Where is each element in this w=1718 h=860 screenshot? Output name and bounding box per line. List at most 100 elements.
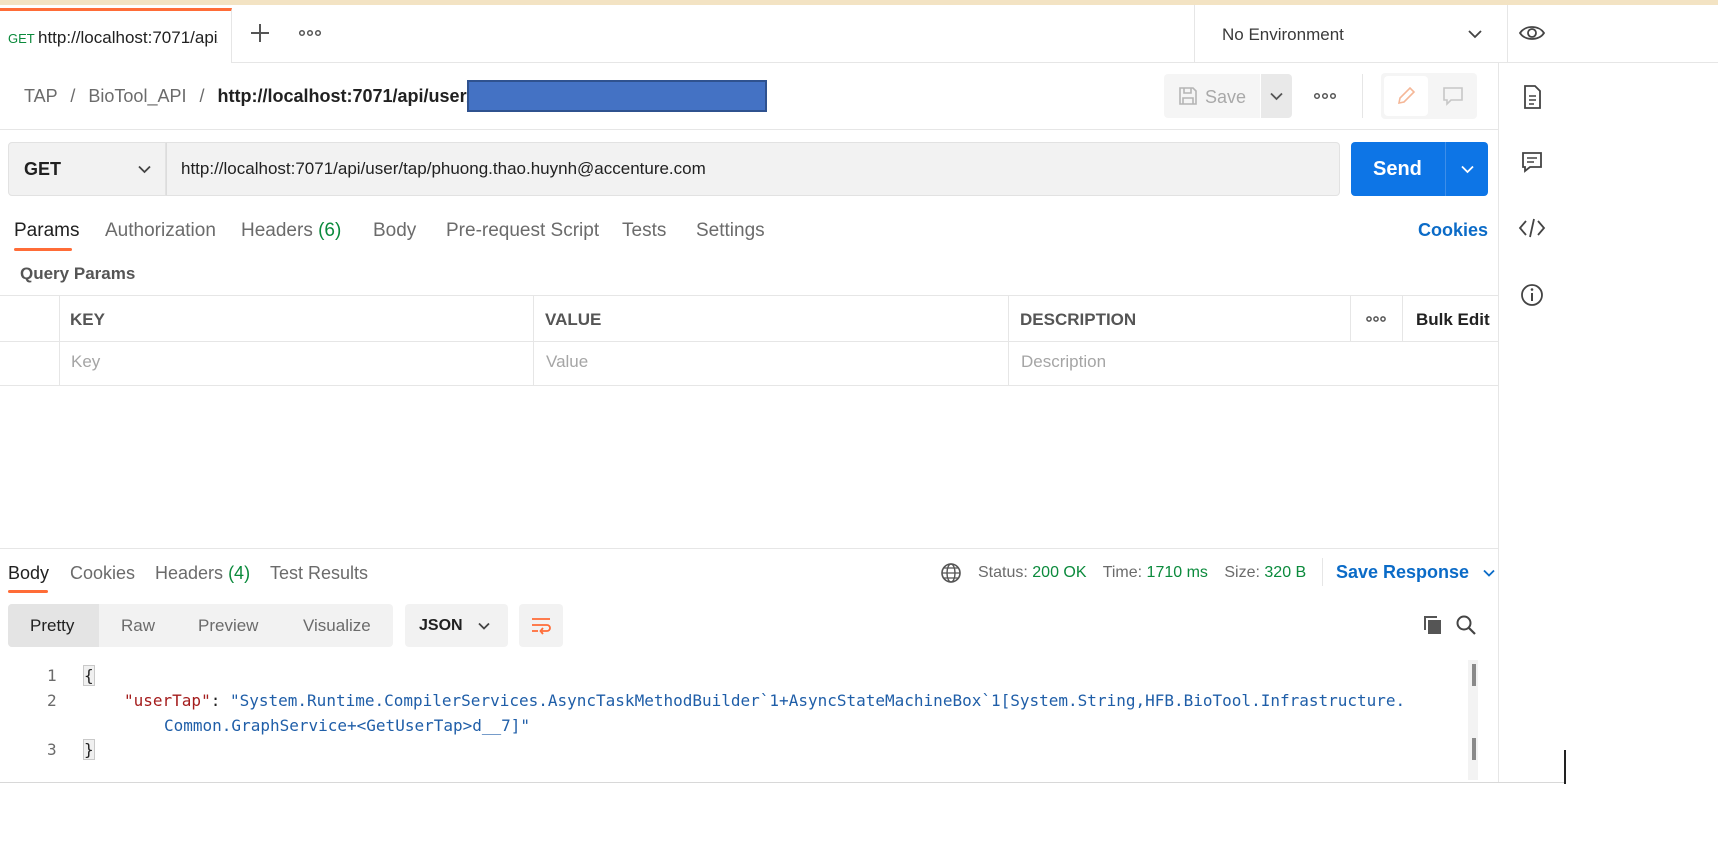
edit-mode-button[interactable] [1384, 76, 1428, 116]
tab-params[interactable]: Params [14, 220, 79, 242]
tab-headers-label: Headers [241, 220, 313, 241]
tab-tests[interactable]: Tests [622, 220, 666, 242]
size-value[interactable]: 320 B [1264, 564, 1306, 581]
copy-icon [1424, 616, 1441, 634]
view-mode-pretty[interactable]: Pretty [8, 604, 99, 647]
params-header-divider [0, 341, 1498, 342]
code-snippet-button[interactable] [1518, 216, 1546, 240]
wrap-lines-icon [532, 618, 551, 635]
tab-authorization[interactable]: Authorization [105, 220, 216, 242]
line-number: 2 [47, 691, 57, 710]
chevron-down-icon [138, 165, 151, 174]
info-button[interactable] [1519, 282, 1545, 308]
documentation-button[interactable] [1520, 84, 1544, 110]
tab-settings[interactable]: Settings [696, 220, 765, 242]
comment-icon [1443, 87, 1463, 106]
response-tab-headers[interactable]: Headers (4) [155, 563, 250, 584]
request-more-button[interactable] [1313, 86, 1337, 106]
tab-pre-request-script[interactable]: Pre-request Script [446, 220, 599, 242]
view-mode-visualize[interactable]: Visualize [303, 616, 371, 636]
url-input[interactable]: http://localhost:7071/api/user/tap/phuon… [166, 142, 1340, 196]
status-value[interactable]: 200 OK [1032, 564, 1086, 581]
response-format-label: JSON [419, 617, 463, 634]
line-number: 1 [47, 666, 57, 685]
request-tab-active[interactable]: GET http://localhost:7071/api/ [0, 8, 232, 63]
send-options-button[interactable] [1445, 142, 1488, 196]
cookies-link[interactable]: Cookies [1418, 220, 1488, 241]
pencil-icon [1397, 86, 1416, 105]
network-info-button[interactable] [940, 562, 962, 584]
save-response-label: Save Response [1336, 562, 1470, 582]
tab-headers[interactable]: Headers (6) [241, 220, 341, 242]
param-key-input[interactable]: Key [71, 352, 100, 372]
ellipsis-icon [1313, 92, 1337, 100]
col-divider [1402, 296, 1403, 341]
document-icon [1524, 85, 1541, 109]
toolbar-divider [1362, 74, 1363, 118]
globe-icon [941, 563, 961, 583]
comment-icon [1522, 152, 1542, 173]
send-button[interactable]: Send [1351, 142, 1445, 196]
breadcrumb-folder[interactable]: BioTool_API [88, 86, 186, 106]
info-icon [1521, 284, 1543, 306]
environment-selector[interactable]: No Environment [1195, 5, 1507, 63]
eye-divider [1507, 5, 1508, 63]
time-value[interactable]: 1710 ms [1147, 564, 1208, 581]
view-mode-preview[interactable]: Preview [198, 616, 258, 636]
comment-mode-button[interactable] [1431, 76, 1475, 116]
bulk-edit-button[interactable]: Bulk Edit [1416, 310, 1490, 330]
plus-icon [251, 24, 269, 42]
tab-body[interactable]: Body [373, 220, 416, 242]
response-format-select[interactable]: JSON [405, 604, 508, 647]
eye-icon [1518, 26, 1546, 40]
new-tab-button[interactable] [246, 19, 274, 47]
breadcrumb-request-name[interactable]: http://localhost:7071/api/user/tap/ [218, 86, 504, 106]
save-options-button[interactable] [1261, 74, 1292, 118]
window-right-edge [1564, 750, 1566, 784]
json-line-2: "userTap": "System.Runtime.CompilerServi… [124, 691, 1405, 710]
copy-response-button[interactable] [1422, 614, 1444, 636]
code-icon [1518, 218, 1546, 238]
editor-scrollbar-thumb-bottom[interactable] [1472, 738, 1476, 760]
comments-button[interactable] [1520, 150, 1544, 174]
response-tab-body[interactable]: Body [8, 563, 49, 584]
response-tab-cookies[interactable]: Cookies [70, 563, 135, 584]
save-label: Save [1205, 87, 1247, 107]
view-mode-pretty-label: Pretty [30, 616, 75, 635]
active-tab-indicator [14, 248, 72, 251]
active-response-tab-indicator [8, 590, 48, 593]
breadcrumb-collection[interactable]: TAP [24, 86, 57, 106]
col-divider [1008, 296, 1009, 386]
line-number: 3 [47, 740, 57, 759]
environment-quick-look-button[interactable] [1518, 21, 1546, 45]
param-value-input[interactable]: Value [546, 352, 588, 372]
wrap-lines-button[interactable] [519, 604, 563, 647]
response-tab-test-results[interactable]: Test Results [270, 563, 368, 584]
save-response-button[interactable]: Save Response [1336, 562, 1496, 583]
json-open-brace: { [83, 665, 95, 686]
size-label: Size: [1224, 564, 1260, 581]
param-description-input[interactable]: Description [1021, 352, 1106, 372]
tab-method-badge: GET [8, 31, 35, 46]
view-mode-raw[interactable]: Raw [121, 616, 155, 636]
search-response-button[interactable] [1455, 614, 1477, 636]
response-pane-divider [0, 548, 1498, 549]
url-text: http://localhost:7071/api/user/tap/phuon… [181, 159, 706, 178]
breadcrumb-divider [0, 129, 1498, 130]
ellipsis-icon [298, 29, 322, 37]
chevron-down-icon [1468, 30, 1482, 39]
tabs-more-button[interactable] [298, 23, 322, 43]
editor-scrollbar-track[interactable] [1468, 660, 1478, 780]
tab-headers-count: (6) [318, 220, 342, 241]
time-label: Time: [1102, 564, 1143, 581]
json-string-value-wrapped: Common.GraphService+<GetUserTap>d__7]" [164, 716, 531, 735]
save-button[interactable]: Save [1164, 74, 1260, 118]
params-more-button[interactable] [1365, 310, 1387, 328]
tab-url-label: http://localhost:7071/api/ [38, 28, 218, 47]
breadcrumb-separator: / [199, 86, 205, 106]
response-view-modes: Pretty Raw Preview Visualize [8, 604, 393, 647]
editor-scrollbar-thumb-top[interactable] [1472, 664, 1476, 686]
method-select[interactable]: GET [8, 142, 166, 196]
environment-label: No Environment [1222, 25, 1344, 44]
col-divider [59, 296, 60, 386]
